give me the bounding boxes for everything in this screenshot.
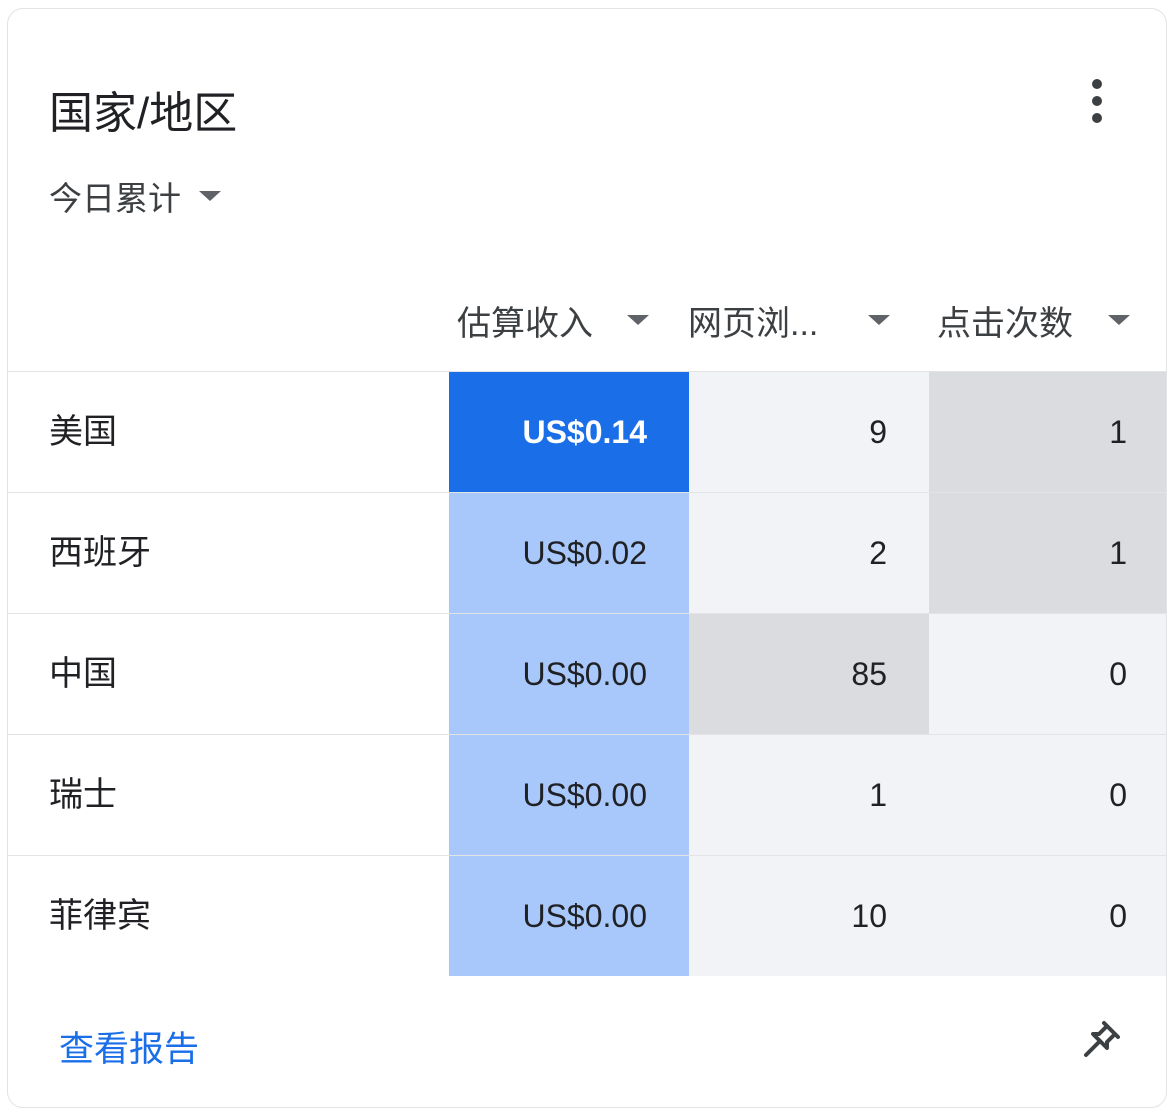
card-title: 国家/地区 — [49, 77, 237, 141]
column-header-label: 估算收入 — [457, 296, 593, 345]
pageviews-cell: 9 — [689, 372, 929, 492]
sort-arrow-icon — [1108, 315, 1130, 325]
more-options-icon[interactable] — [1084, 79, 1110, 123]
table-row: 西班牙 US$0.02 2 1 — [8, 492, 1167, 613]
pin-icon[interactable] — [1076, 1015, 1126, 1065]
country-name: 西班牙 — [49, 493, 151, 613]
table-row: 瑞士 US$0.00 1 0 — [8, 734, 1167, 855]
clicks-cell: 0 — [929, 735, 1167, 855]
revenue-cell: US$0.02 — [449, 493, 689, 613]
country-region-card: 国家/地区 今日累计 估算收入 网页浏... 点击次数 美国 US$0.14 9… — [7, 8, 1167, 1108]
clicks-cell: 1 — [929, 372, 1167, 492]
country-name: 美国 — [49, 372, 117, 492]
view-report-link[interactable]: 查看报告 — [59, 1021, 199, 1072]
country-table: 美国 US$0.14 9 1 西班牙 US$0.02 2 1 中国 US$0.0… — [8, 371, 1167, 976]
country-name: 菲律宾 — [49, 856, 151, 976]
column-header-revenue[interactable]: 估算收入 — [457, 297, 649, 343]
revenue-cell: US$0.00 — [449, 735, 689, 855]
table-row: 美国 US$0.14 9 1 — [8, 371, 1167, 492]
clicks-cell: 0 — [929, 856, 1167, 976]
sort-arrow-icon — [627, 315, 649, 325]
country-name: 瑞士 — [49, 735, 117, 855]
column-header-label: 点击次数 — [937, 296, 1073, 345]
country-name: 中国 — [49, 614, 117, 734]
chevron-down-icon — [199, 191, 221, 201]
pageviews-cell: 1 — [689, 735, 929, 855]
column-header-clicks[interactable]: 点击次数 — [937, 297, 1130, 343]
table-row: 中国 US$0.00 85 0 — [8, 613, 1167, 734]
revenue-cell: US$0.14 — [449, 372, 689, 492]
column-header-label: 网页浏... — [688, 296, 818, 345]
revenue-cell: US$0.00 — [449, 614, 689, 734]
clicks-cell: 0 — [929, 614, 1167, 734]
clicks-cell: 1 — [929, 493, 1167, 613]
table-row: 菲律宾 US$0.00 10 0 — [8, 855, 1167, 976]
column-header-pageviews[interactable]: 网页浏... — [688, 297, 890, 343]
period-label: 今日累计 — [49, 172, 181, 220]
period-dropdown[interactable]: 今日累计 — [49, 172, 221, 220]
pageviews-cell: 10 — [689, 856, 929, 976]
pageviews-cell: 85 — [689, 614, 929, 734]
sort-arrow-icon — [868, 315, 890, 325]
pageviews-cell: 2 — [689, 493, 929, 613]
revenue-cell: US$0.00 — [449, 856, 689, 976]
